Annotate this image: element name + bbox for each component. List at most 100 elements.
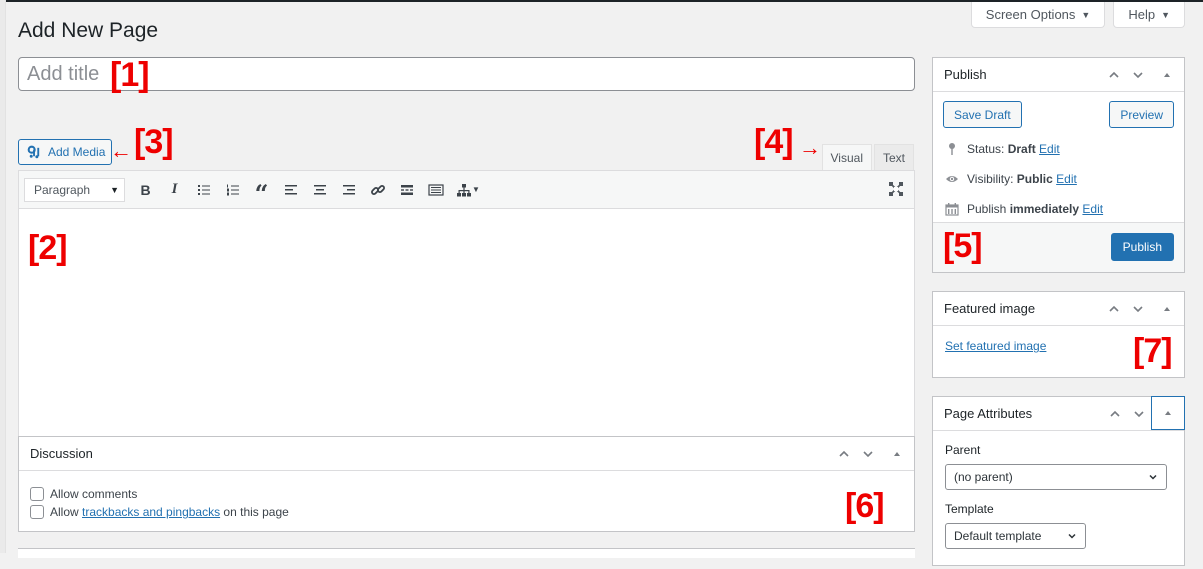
annotation-6: [6] — [845, 487, 885, 525]
eye-icon — [946, 176, 958, 182]
preview-button[interactable]: Preview — [1109, 101, 1174, 128]
allow-pings-suffix: on this page — [220, 505, 289, 519]
move-up-button[interactable] — [1102, 58, 1126, 91]
help-button[interactable]: Help ▼ — [1113, 2, 1185, 28]
tab-visual[interactable]: Visual — [821, 144, 872, 170]
chevron-down-icon — [1068, 533, 1076, 539]
parent-select-value: (no parent) — [954, 470, 1013, 484]
format-select[interactable]: Paragraph ▼ — [24, 177, 125, 202]
align-left-button[interactable] — [276, 178, 305, 202]
blockquote-button[interactable]: “ — [247, 178, 276, 205]
page-attributes-header: Page Attributes — [933, 396, 1185, 431]
toggle-panel-button[interactable] — [1150, 292, 1184, 325]
align-left-icon — [284, 184, 297, 194]
parent-select[interactable]: (no parent) — [945, 464, 1167, 490]
read-more-icon — [400, 184, 413, 195]
caret-down-icon: ▼ — [1081, 9, 1091, 20]
chevron-down-icon — [1133, 71, 1143, 78]
sitemap-button[interactable]: ▼ — [450, 178, 486, 202]
screen-options-label: Screen Options — [985, 7, 1076, 22]
triangle-up-icon — [894, 451, 900, 456]
format-select-value: Paragraph — [34, 182, 91, 197]
quote-icon: “ — [254, 178, 269, 208]
schedule-row: Publish immediately Edit — [933, 194, 1184, 224]
edit-status-link[interactable]: Edit — [1039, 142, 1060, 156]
align-right-icon — [342, 184, 355, 194]
discussion-handles — [832, 437, 914, 470]
chevron-down-icon — [1149, 474, 1157, 480]
toolbar-toggle-button[interactable] — [421, 178, 450, 202]
chevron-up-icon — [1110, 410, 1120, 417]
move-down-button[interactable] — [1126, 292, 1150, 325]
parent-label: Parent — [945, 443, 981, 457]
bold-button[interactable]: B — [131, 178, 160, 202]
visibility-label: Visibility: — [967, 172, 1017, 186]
insert-link-button[interactable] — [363, 178, 392, 202]
move-down-button[interactable] — [1127, 397, 1151, 430]
page-attributes-body: Parent (no parent) Template Default temp… — [933, 431, 1184, 569]
help-label: Help — [1128, 7, 1156, 22]
chevron-up-icon — [1109, 305, 1119, 312]
add-media-button[interactable]: Add Media — [18, 139, 112, 165]
trackbacks-link[interactable]: trackbacks and pingbacks — [82, 505, 220, 519]
screen-options-button[interactable]: Screen Options ▼ — [970, 2, 1106, 28]
status-value: Draft — [1007, 142, 1036, 156]
annotation-4: [4] — [754, 123, 794, 161]
edit-schedule-link[interactable]: Edit — [1082, 202, 1103, 216]
chevron-up-icon — [839, 450, 849, 457]
discussion-header: Discussion — [19, 437, 914, 471]
set-featured-image-link[interactable]: Set featured image — [945, 339, 1046, 353]
screen-meta-links: Screen Options ▼ Help ▼ — [970, 2, 1185, 28]
schedule-label: Publish — [967, 202, 1010, 216]
publish-button[interactable]: Publish — [1110, 233, 1174, 261]
template-select[interactable]: Default template — [945, 523, 1086, 549]
editor-content-area[interactable]: [2] — [19, 209, 914, 437]
add-media-label: Add Media — [48, 145, 106, 159]
move-up-button[interactable] — [1103, 397, 1127, 430]
content-editor: Paragraph ▼ B I “ ▼ [2] — [18, 170, 915, 437]
editor-tabs: Visual Text — [821, 144, 914, 170]
read-more-button[interactable] — [392, 178, 421, 202]
page-attributes-handles — [1103, 396, 1185, 430]
title-input[interactable]: Add title — [18, 57, 915, 91]
publish-footer: [5] Publish — [933, 222, 1184, 272]
save-draft-button[interactable]: Save Draft — [943, 101, 1022, 128]
numbered-list-button[interactable] — [218, 178, 247, 202]
title-placeholder: Add title — [27, 62, 100, 85]
tab-text[interactable]: Text — [873, 144, 914, 170]
bulleted-list-icon — [197, 184, 210, 195]
chevron-down-icon — [863, 450, 873, 457]
align-center-button[interactable] — [305, 178, 334, 202]
italic-button[interactable]: I — [160, 178, 189, 202]
template-label: Template — [945, 502, 994, 516]
page-title: Add New Page — [18, 19, 159, 42]
toggle-panel-button[interactable] — [1151, 396, 1185, 430]
visibility-row: Visibility: Public Edit — [933, 164, 1184, 194]
edit-visibility-link[interactable]: Edit — [1056, 172, 1077, 186]
admin-menu-edge — [0, 0, 6, 553]
status-row: Status: Draft Edit — [933, 134, 1184, 164]
toggle-panel-button[interactable] — [1150, 58, 1184, 91]
status-text: Status: Draft Edit — [967, 142, 1060, 156]
annotation-arrow-3: ← — [110, 138, 132, 163]
move-down-button[interactable] — [1126, 58, 1150, 91]
annotation-5: [5] — [943, 227, 983, 265]
featured-image-box: Featured image Set featured image [7] — [932, 291, 1185, 378]
allow-comments-checkbox[interactable] — [30, 487, 44, 501]
move-down-button[interactable] — [856, 437, 880, 470]
numbered-list-icon — [226, 184, 239, 195]
fullscreen-button[interactable] — [886, 179, 906, 199]
featured-image-title: Featured image — [944, 301, 1036, 316]
bulleted-list-button[interactable] — [189, 178, 218, 202]
align-right-button[interactable] — [334, 178, 363, 202]
move-up-button[interactable] — [832, 437, 856, 470]
allow-pings-checkbox[interactable] — [30, 505, 44, 519]
sitemap-icon — [457, 183, 472, 196]
chevron-down-icon — [1133, 305, 1143, 312]
page-attributes-box: Page Attributes Parent (no parent) Templ… — [932, 396, 1185, 566]
keyboard-icon — [427, 183, 444, 196]
move-up-button[interactable] — [1102, 292, 1126, 325]
link-icon — [370, 184, 385, 195]
toggle-panel-button[interactable] — [880, 437, 914, 470]
featured-image-handles — [1102, 292, 1184, 325]
